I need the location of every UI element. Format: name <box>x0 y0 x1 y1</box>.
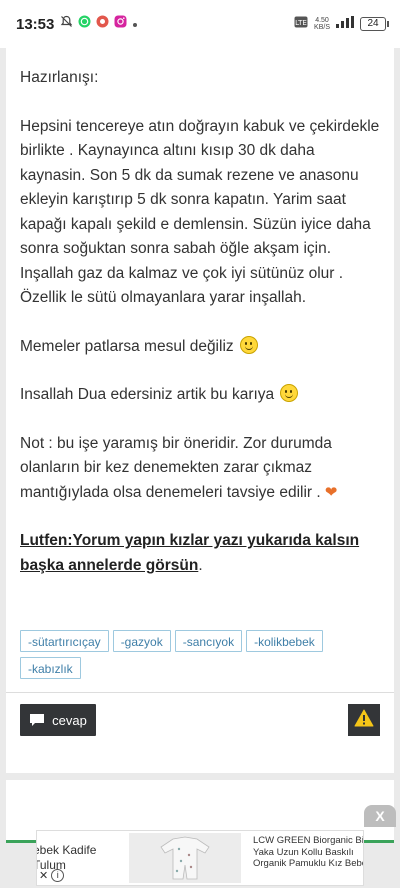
post-paragraph-warning: Memeler patlarsa mesul değiliz <box>20 335 382 360</box>
network-speed-value: 4.50 <box>315 17 329 24</box>
ad-right-line2: Yaka Uzun Kollu Baskılı <box>253 846 354 858</box>
reply-button-label: cevap <box>52 712 87 728</box>
warning-icon <box>354 709 374 732</box>
ad-close-icon[interactable]: ✕ <box>39 869 48 882</box>
post-request-suffix: . <box>198 556 203 574</box>
ad-right-line1: LCW GREEN Biorganic Bisi <box>253 835 364 846</box>
mute-icon <box>60 15 73 33</box>
post-request-text: Lutfen:Yorum yapın kızlar yazı yukarıda … <box>20 532 360 574</box>
post-card: Hazırlanışı: Hepsini tencereye atın doğr… <box>6 48 394 773</box>
post-paragraph-note: Not : bu işe yaramış bir öneridir. Zor d… <box>20 432 382 506</box>
signal-icon <box>336 15 354 33</box>
status-bar: 13:53 LTE 4.50 KB/S 24 <box>0 0 400 48</box>
tag-sanciyok[interactable]: -sancıyok <box>174 630 243 652</box>
post-paragraph-dua-text: Insallah Dua edersiniz artik bu karıya <box>20 386 275 403</box>
ad-right-line3: Organik Pamuklu Kız Bebe <box>253 858 364 869</box>
baby-suit-icon <box>135 835 235 881</box>
dot-icon <box>132 15 138 33</box>
status-time: 13:53 <box>16 15 55 33</box>
comment-icon <box>29 713 45 727</box>
ad-banner[interactable]: ebek Kadife Tulum LCW GREEN Biorganic Bi… <box>36 830 364 886</box>
ad-left-line1: ebek Kadife <box>36 843 97 857</box>
post-body: Hazırlanışı: Hepsini tencereye atın doğr… <box>20 66 382 578</box>
post-paragraph-warning-text: Memeler patlarsa mesul değiliz <box>20 337 234 355</box>
app-icon <box>96 15 109 33</box>
tag-kolikbebek[interactable]: -kolikbebek <box>246 630 323 652</box>
instagram-icon <box>114 15 127 33</box>
post-paragraph-note-text: Not : bu işe yaramış bir öneridir. Zor d… <box>20 434 332 501</box>
volte-icon: LTE <box>294 15 308 33</box>
battery-indicator: 24 <box>360 17 389 31</box>
post-request: Lutfen:Yorum yapın kızlar yazı yukarıda … <box>20 529 382 578</box>
heart-emoji-icon: ❤ <box>324 483 338 501</box>
svg-text:LTE: LTE <box>295 19 307 27</box>
ad-right-text: LCW GREEN Biorganic Bisi Yaka Uzun Kollu… <box>253 835 364 870</box>
smile-emoji-icon <box>239 335 258 354</box>
tag-sutartiricicay[interactable]: -sütartırıcıçay <box>20 630 109 652</box>
post-paragraph-instructions: Hepsini tencereye atın doğrayın kabuk ve… <box>20 117 380 307</box>
report-button[interactable] <box>348 704 380 736</box>
tag-list: -sütartırıcıçay -gazyok -sancıyok -kolik… <box>20 630 382 679</box>
smile-emoji-icon <box>280 384 299 402</box>
post-heading: Hazırlanışı: <box>20 69 99 86</box>
divider <box>6 692 394 693</box>
post-paragraph-dua: Insallah Dua edersiniz artik bu karıya <box>20 383 382 408</box>
network-speed: 4.50 KB/S <box>314 17 330 31</box>
whatsapp-icon <box>78 15 91 33</box>
ad-close-tab[interactable]: X <box>364 805 396 827</box>
ad-controls: ✕ i <box>39 869 65 882</box>
reply-button[interactable]: cevap <box>20 704 96 736</box>
ad-info-icon[interactable]: i <box>51 869 65 882</box>
network-speed-unit: KB/S <box>314 24 330 31</box>
tag-kabizlik[interactable]: -kabızlık <box>20 657 81 679</box>
ad-product-image <box>129 833 241 883</box>
tag-gazyok[interactable]: -gazyok <box>112 630 171 652</box>
